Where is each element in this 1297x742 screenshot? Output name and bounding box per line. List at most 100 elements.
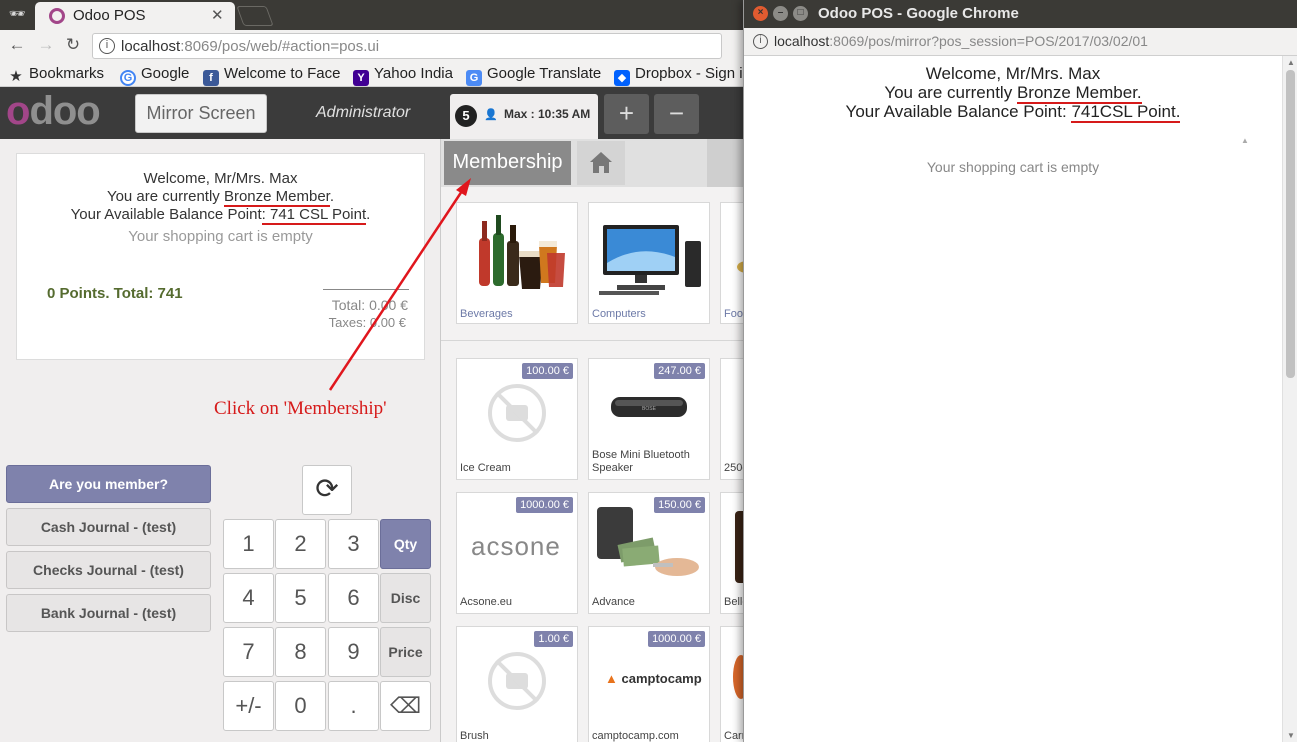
google-icon: G	[120, 70, 136, 86]
pos-header: odoo Mirror Screen Administrator 5 👤 Max…	[0, 87, 760, 139]
product-price: 100.00 €	[522, 363, 573, 379]
facebook-icon: f	[203, 70, 219, 86]
product-name: Brush	[460, 730, 489, 742]
membership-check-button[interactable]: Are you member?	[6, 465, 211, 503]
bookmark-facebook[interactable]: f Welcome to Face	[203, 65, 340, 86]
incognito-icon: 🕶	[8, 6, 26, 21]
mode-disc-button[interactable]: Disc	[380, 573, 431, 623]
bank-journal-button[interactable]: Bank Journal - (test)	[6, 594, 211, 632]
product-ice-cream[interactable]: 100.00 € Ice Cream	[456, 358, 578, 480]
back-icon[interactable]: ←	[6, 35, 28, 55]
numpad-key-dot[interactable]: .	[328, 681, 379, 731]
address-bar[interactable]: i localhost:8069/pos/web/#action=pos.ui	[92, 33, 722, 59]
tab-title: Odoo POS	[73, 7, 146, 24]
url-path: :8069/pos/web/#action=pos.ui	[180, 38, 380, 55]
no-image-icon	[488, 652, 546, 710]
mirror-balance: Your Available Balance Point: 741CSL Poi…	[845, 102, 1181, 123]
mirror-screen-button[interactable]: Mirror Screen	[135, 94, 267, 133]
refresh-icon[interactable]: ⟳	[302, 465, 352, 515]
forward-icon[interactable]: →	[35, 35, 57, 55]
balance-points: : 741 CSL Point	[261, 206, 367, 225]
numpad-key-9[interactable]: 9	[328, 627, 379, 677]
scroll-up-icon[interactable]: ▲	[1287, 58, 1295, 67]
home-icon[interactable]	[577, 141, 625, 185]
star-icon: ★	[9, 68, 23, 85]
mode-price-button[interactable]: Price	[380, 627, 431, 677]
remove-order-button[interactable]: −	[654, 94, 699, 134]
bookmark-bookmarks[interactable]: ★ Bookmarks	[8, 65, 104, 85]
maximize-window-icon[interactable]: □	[793, 6, 808, 21]
category-name: Beverages	[460, 308, 513, 320]
translate-icon: G	[466, 70, 482, 86]
scrollbar-thumb[interactable]	[1286, 70, 1295, 378]
product-price: 1000.00 €	[648, 631, 705, 647]
checks-journal-button[interactable]: Checks Journal - (test)	[6, 551, 211, 589]
cashier-name[interactable]: Administrator	[316, 104, 410, 122]
mode-qty-button[interactable]: Qty	[380, 519, 431, 569]
mirror-address-bar[interactable]: i localhost:8069/pos/mirror?pos_session=…	[744, 28, 1297, 56]
category-list: Beverages Computers Food	[441, 187, 842, 341]
order-tab[interactable]: 5 👤 Max : 10:35 AM	[450, 94, 598, 139]
product-advance[interactable]: 150.00 € Advance	[588, 492, 710, 614]
numpad-key-sign[interactable]: +/-	[223, 681, 274, 731]
product-bose-speaker[interactable]: BOSE 247.00 € Bose Mini Bluetooth Speake…	[588, 358, 710, 480]
order-number-badge: 5	[455, 105, 477, 127]
close-tab-icon[interactable]: ✕	[211, 6, 224, 24]
membership-button[interactable]: Membership	[444, 141, 571, 185]
numpad-key-8[interactable]: 8	[275, 627, 326, 677]
mirror-window-title: Odoo POS - Google Chrome	[818, 5, 1019, 22]
mirror-browser-window: × – □ Odoo POS - Google Chrome i localho…	[743, 0, 1297, 742]
reload-icon[interactable]: ↻	[62, 35, 84, 55]
mirror-member-level: Bronze Member.	[1016, 83, 1142, 104]
beverages-image	[479, 215, 565, 289]
bookmark-translate[interactable]: G Google Translate	[466, 65, 601, 86]
numpad-key-3[interactable]: 3	[328, 519, 379, 569]
bookmark-dropbox[interactable]: ◆ Dropbox - Sign i	[614, 65, 743, 86]
bookmark-google[interactable]: G Google	[120, 65, 189, 86]
scroll-down-icon[interactable]: ▼	[1287, 731, 1295, 740]
empty-cart-message: Your shopping cart is empty	[128, 228, 313, 245]
category-computers[interactable]: Computers	[588, 202, 710, 324]
product-camptocamp[interactable]: ▲ camptocamp 1000.00 € camptocamp.com	[588, 626, 710, 742]
acsone-logo: acsone	[471, 531, 561, 561]
backspace-icon[interactable]: ⌫	[380, 681, 431, 731]
mirror-welcome: Welcome, Mr/Mrs. Max	[925, 64, 1101, 83]
cash-journal-button[interactable]: Cash Journal - (test)	[6, 508, 211, 546]
numpad-key-6[interactable]: 6	[328, 573, 379, 623]
bookmark-yahoo[interactable]: Y Yahoo India	[353, 65, 453, 86]
product-pane: Membership Beverages Computers Food 100.…	[440, 139, 842, 742]
category-breadcrumb-bar: Membership	[441, 139, 761, 187]
browser-tab[interactable]: Odoo POS ✕	[35, 2, 235, 30]
numpad-key-1[interactable]: 1	[223, 519, 274, 569]
yahoo-icon: Y	[353, 70, 369, 86]
receipt-balance: Your Available Balance Point: 741 CSL Po…	[70, 206, 371, 225]
numpad-key-5[interactable]: 5	[275, 573, 326, 623]
mirror-status: You are currently Bronze Member.	[884, 83, 1142, 104]
computers-image	[599, 225, 701, 295]
numpad-key-4[interactable]: 4	[223, 573, 274, 623]
numpad-key-7[interactable]: 7	[223, 627, 274, 677]
product-name: Bose Mini Bluetooth Speaker	[592, 449, 690, 474]
product-price: 1000.00 €	[516, 497, 573, 513]
site-info-icon[interactable]: i	[99, 38, 115, 54]
add-order-button[interactable]: +	[604, 94, 649, 134]
odoo-logo: odoo	[6, 89, 101, 133]
order-taxes: Taxes: 0.00 €	[328, 315, 406, 330]
product-acsone[interactable]: acsone 1000.00 € Acsone.eu	[456, 492, 578, 614]
new-tab-button[interactable]	[236, 6, 274, 26]
mirror-balance-points: 741CSL Point.	[1071, 102, 1181, 123]
site-info-icon[interactable]: i	[753, 34, 768, 49]
numpad-key-2[interactable]: 2	[275, 519, 326, 569]
annotation-text: Click on 'Membership'	[214, 398, 387, 419]
minimize-window-icon[interactable]: –	[773, 6, 788, 21]
mirror-scrollbar[interactable]: ▲ ▼	[1282, 56, 1297, 742]
user-icon: 👤	[484, 109, 498, 121]
product-brush[interactable]: 1.00 € Brush	[456, 626, 578, 742]
receipt-welcome: Welcome, Mr/Mrs. Max	[143, 170, 298, 187]
category-beverages[interactable]: Beverages	[456, 202, 578, 324]
product-name: Ice Cream	[460, 462, 511, 474]
order-total: Total: 0.00 €	[331, 297, 408, 313]
close-window-icon[interactable]: ×	[753, 6, 768, 21]
numpad-key-0[interactable]: 0	[275, 681, 326, 731]
svg-text:BOSE: BOSE	[642, 406, 657, 412]
